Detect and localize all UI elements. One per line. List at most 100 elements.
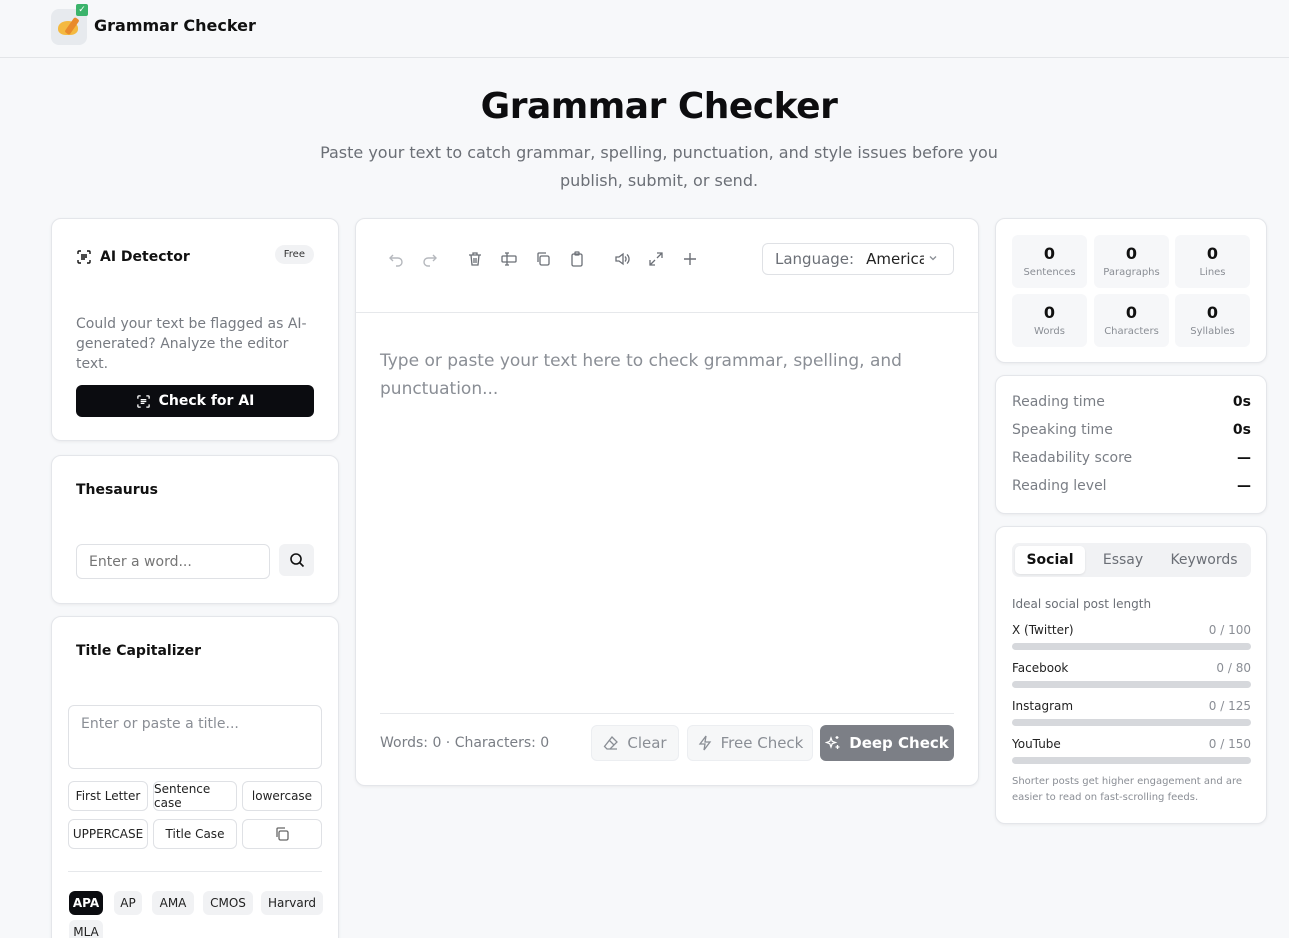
style-ama[interactable]: AMA [152,891,194,915]
platform-row-youtube: YouTube 0 / 150 [1012,737,1251,764]
undo-icon[interactable] [388,251,404,267]
clear-button[interactable]: Clear [591,725,679,761]
reading-time-label: Reading time [1012,394,1105,410]
thesaurus-title: Thesaurus [76,482,158,498]
readability-score-label: Readability score [1012,450,1133,466]
progress-bar [1012,757,1251,764]
title-capitalizer-card: Title Capitalizer Enter or paste a title… [51,616,339,938]
expand-icon[interactable] [648,251,664,267]
stat-words: 0 Words [1012,294,1087,347]
thesaurus-search-button[interactable] [279,544,314,576]
page-subtitle: Paste your text to catch grammar, spelli… [320,143,998,190]
platform-limit: 0 / 150 [1208,737,1251,751]
title-case-button[interactable]: Title Case [153,819,237,849]
editor-textarea[interactable]: Type or paste your text here to check gr… [380,347,920,403]
tab-keywords[interactable]: Keywords [1162,546,1246,574]
first-letter-button[interactable]: First Letter [68,781,148,811]
style-harvard[interactable]: Harvard [261,891,323,915]
reading-level-label: Reading level [1012,478,1107,494]
eraser-icon [604,736,619,750]
copy-title-button[interactable] [242,819,322,849]
scan-icon [77,250,91,264]
editor-toolbar: Language: American [356,219,978,313]
platform-name: Instagram [1012,699,1074,713]
top-bar: ✓ Grammar Checker [0,0,1289,58]
stat-label: Characters [1104,326,1159,337]
stat-sentences: 0 Sentences [1012,235,1087,288]
stat-value: 0 [1206,303,1219,322]
stat-value: 0 [1125,303,1138,322]
app-logo-icon[interactable]: ✓ [51,4,88,45]
page-title: Grammar Checker [480,86,838,127]
ai-detector-header: AI Detector [76,249,190,265]
platform-limit: 0 / 100 [1208,623,1251,637]
check-for-ai-label: Check for AI [158,393,255,409]
stat-value: 0 [1043,244,1056,263]
brand-name[interactable]: Grammar Checker [94,16,256,35]
thesaurus-card: Thesaurus [51,455,339,604]
stat-value: 0 [1043,303,1056,322]
tab-essay[interactable]: Essay [1092,546,1154,574]
chevron-down-icon [929,256,937,261]
clear-label: Clear [627,734,667,752]
stat-characters: 0 Characters [1094,294,1169,347]
social-note: Shorter posts get higher engagement and … [1012,776,1243,803]
copy-icon[interactable] [535,251,551,267]
divider [68,871,322,872]
language-select[interactable]: Language: American [762,243,954,275]
free-check-button[interactable]: Free Check [687,725,813,761]
stat-value: 0 [1206,244,1219,263]
length-guide-card: Social Essay Keywords Ideal social post … [995,526,1267,824]
text-stats-card: 0 Sentences 0 Paragraphs 0 Lines 0 Words… [995,218,1267,363]
search-icon [289,553,304,568]
scan-icon [136,394,150,408]
progress-bar [1012,643,1251,650]
reading-time-row: Reading time 0s [1012,394,1251,410]
sentence-case-button[interactable]: Sentence case [153,781,237,811]
ai-detector-card: AI Detector Free Could your text be flag… [51,218,339,441]
platform-row-twitter: X (Twitter) 0 / 100 [1012,623,1251,650]
thesaurus-input[interactable] [76,544,270,579]
reading-time-value: 0s [1232,394,1251,410]
lightning-icon [698,735,711,751]
title-input[interactable]: Enter or paste a title... [68,705,322,769]
readability-score-value: — [1237,450,1251,466]
platform-name: YouTube [1012,737,1061,751]
deep-check-label: Deep Check [849,734,949,752]
style-cmos[interactable]: CMOS [203,891,253,915]
lowercase-button[interactable]: lowercase [242,781,322,811]
platform-name: X (Twitter) [1012,623,1074,637]
platform-limit: 0 / 125 [1208,699,1251,713]
deep-check-button[interactable]: Deep Check [820,725,954,761]
clipboard-icon[interactable] [569,251,585,267]
stat-label: Paragraphs [1103,267,1160,278]
check-for-ai-button[interactable]: Check for AI [76,385,314,417]
ai-detector-description: Could your text be flagged as AI-generat… [76,316,307,372]
platform-limit: 0 / 80 [1216,661,1251,675]
speaking-time-label: Speaking time [1012,422,1113,438]
tab-social[interactable]: Social [1015,546,1085,574]
platform-name: Facebook [1012,661,1069,675]
style-mla[interactable]: MLA [69,920,103,938]
progress-bar [1012,719,1251,726]
redo-icon[interactable] [422,251,438,267]
speaker-icon[interactable] [614,251,630,267]
trash-icon[interactable] [467,251,483,267]
progress-bar [1012,681,1251,688]
speaking-time-value: 0s [1232,422,1251,438]
word-character-count: Words: 0 · Characters: 0 [380,735,550,751]
style-ap[interactable]: AP [114,891,142,915]
stat-label: Sentences [1023,267,1076,278]
social-heading: Ideal social post length [1012,597,1152,611]
stat-label: Words [1034,326,1065,337]
title-capitalizer-title: Title Capitalizer [76,643,202,659]
stat-lines: 0 Lines [1175,235,1250,288]
stat-value: 0 [1125,244,1138,263]
plus-icon[interactable] [682,251,698,267]
text-cursor-icon[interactable] [501,251,517,267]
reading-level-value: — [1237,478,1251,494]
style-apa[interactable]: APA [69,891,103,915]
uppercase-button[interactable]: UPPERCASE [68,819,148,849]
stat-syllables: 0 Syllables [1175,294,1250,347]
free-check-label: Free Check [720,734,804,752]
